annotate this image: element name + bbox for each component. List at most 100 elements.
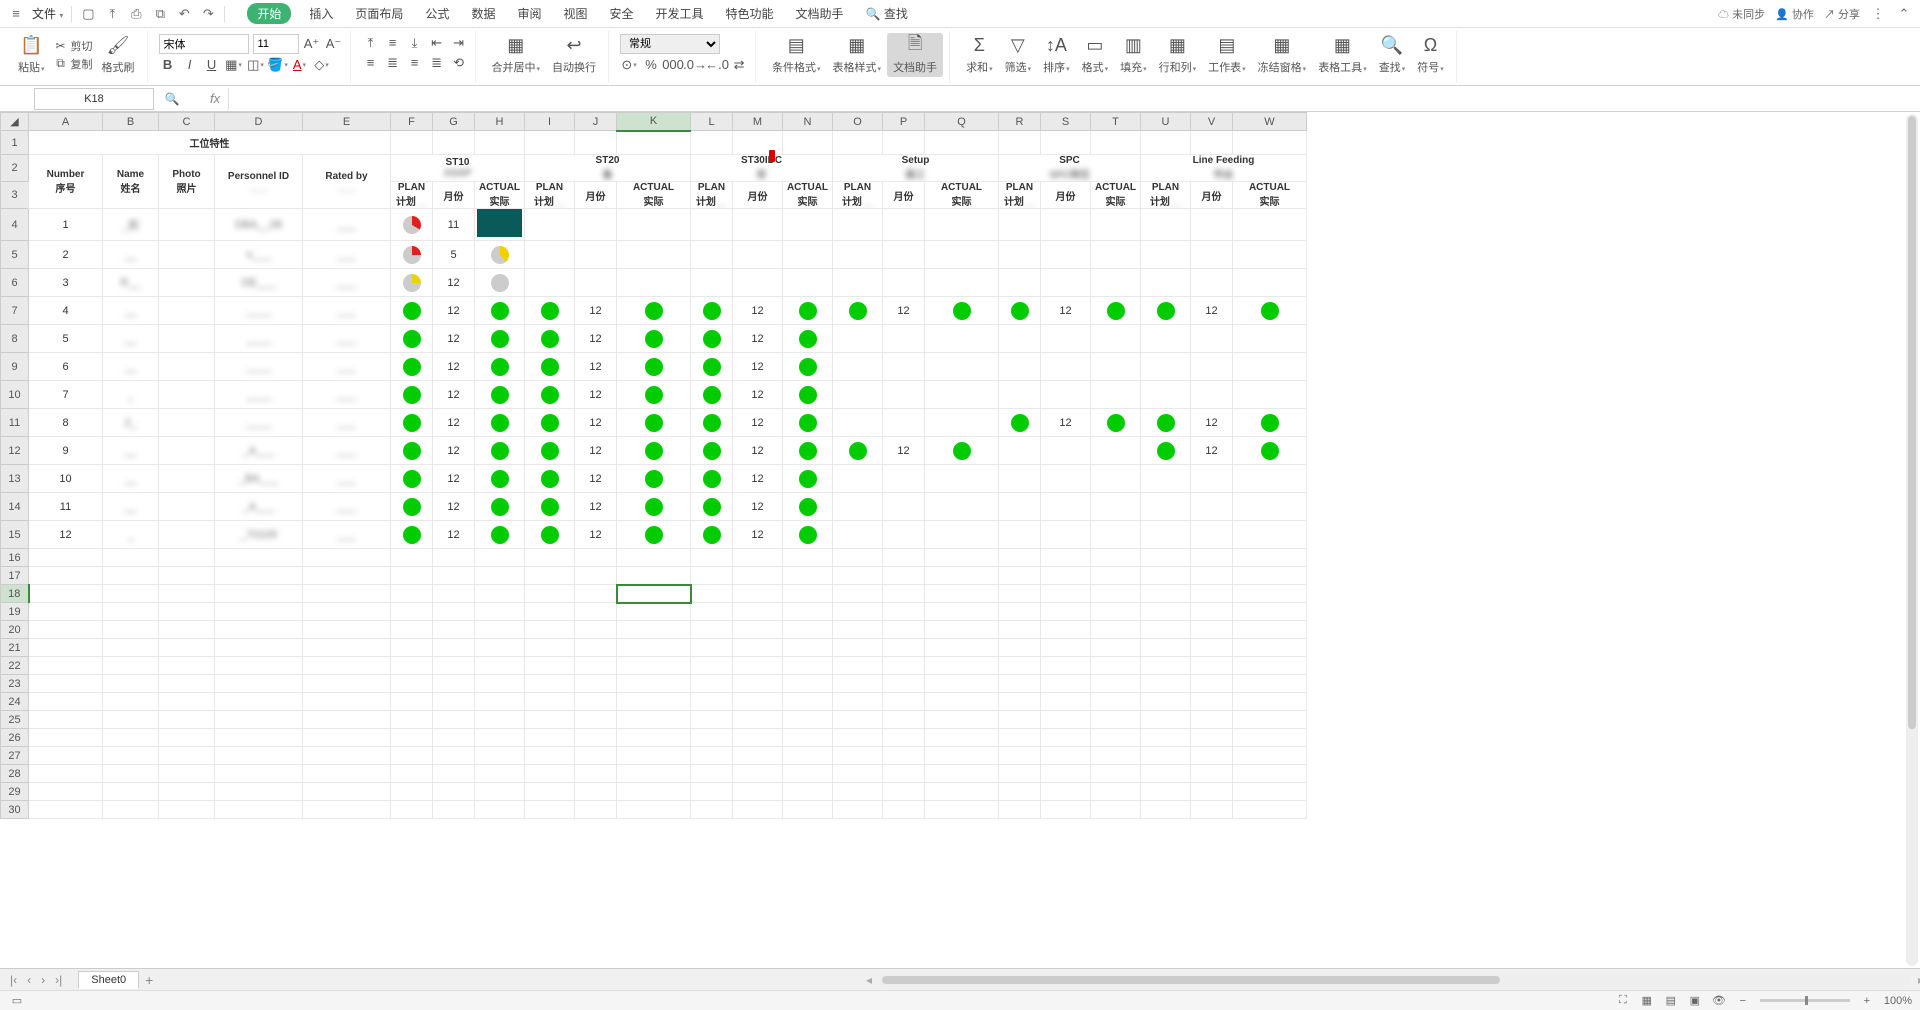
cell-W19[interactable] [1233, 603, 1307, 621]
cell-E20[interactable] [303, 621, 391, 639]
cell-F24[interactable] [391, 693, 433, 711]
col-header-H[interactable]: H [475, 113, 525, 131]
cell-A16[interactable] [29, 549, 103, 567]
cell-G25[interactable] [433, 711, 475, 729]
currency-icon[interactable]: ⊙▾ [619, 55, 639, 75]
cell-F19[interactable] [391, 603, 433, 621]
cell-N21[interactable] [783, 639, 833, 657]
sheet-tab-0[interactable]: Sheet0 [78, 971, 139, 989]
cell-O21[interactable] [833, 639, 883, 657]
cell-F26[interactable] [391, 729, 433, 747]
cell-D22[interactable] [215, 657, 303, 675]
cell-M20[interactable] [733, 621, 783, 639]
cell-E29[interactable] [303, 783, 391, 801]
cell-S17[interactable] [1041, 567, 1091, 585]
row-header-2[interactable]: 2 [1, 155, 29, 182]
cell-P16[interactable] [883, 549, 925, 567]
col-header-G[interactable]: G [433, 113, 475, 131]
cell-W23[interactable] [1233, 675, 1307, 693]
cell-B29[interactable] [103, 783, 159, 801]
cell-B27[interactable] [103, 747, 159, 765]
cell-L26[interactable] [691, 729, 733, 747]
cell-Q24[interactable] [925, 693, 999, 711]
cell-F29[interactable] [391, 783, 433, 801]
menu-insert[interactable]: 插入 [305, 3, 337, 24]
cell-A27[interactable] [29, 747, 103, 765]
collapse-ribbon-icon[interactable]: ⌃ [1896, 6, 1912, 22]
cell-F28[interactable] [391, 765, 433, 783]
cell-A29[interactable] [29, 783, 103, 801]
cell-W22[interactable] [1233, 657, 1307, 675]
row-header-25[interactable]: 25 [1, 711, 29, 729]
cell-R25[interactable] [999, 711, 1041, 729]
cell-K24[interactable] [617, 693, 691, 711]
format-painter-button[interactable]: 🖌格式刷 [96, 33, 141, 77]
cell-G18[interactable] [433, 585, 475, 603]
cell-R20[interactable] [999, 621, 1041, 639]
view-reading-icon[interactable]: ▣ [1688, 994, 1702, 1008]
cell-N16[interactable] [783, 549, 833, 567]
cell-H28[interactable] [475, 765, 525, 783]
orientation-icon[interactable]: ⟲ [449, 53, 469, 73]
cell-V30[interactable] [1191, 801, 1233, 819]
col-header-L[interactable]: L [691, 113, 733, 131]
cell-R21[interactable] [999, 639, 1041, 657]
cell-J24[interactable] [575, 693, 617, 711]
collab-button[interactable]: 👤 协作 [1775, 6, 1814, 22]
cell-U30[interactable] [1141, 801, 1191, 819]
row-header-5[interactable]: 5 [1, 241, 29, 269]
col-header-T[interactable]: T [1091, 113, 1141, 131]
cell-M16[interactable] [733, 549, 783, 567]
cell-C25[interactable] [159, 711, 215, 729]
cell-C27[interactable] [159, 747, 215, 765]
cell-M28[interactable] [733, 765, 783, 783]
cell-I19[interactable] [525, 603, 575, 621]
cell-S18[interactable] [1041, 585, 1091, 603]
italic-icon[interactable]: I [180, 55, 200, 75]
cell-D19[interactable] [215, 603, 303, 621]
col-header-S[interactable]: S [1041, 113, 1091, 131]
cell-C28[interactable] [159, 765, 215, 783]
cell-T22[interactable] [1091, 657, 1141, 675]
cell-C17[interactable] [159, 567, 215, 585]
cell-O30[interactable] [833, 801, 883, 819]
cell-M27[interactable] [733, 747, 783, 765]
cell-N18[interactable] [783, 585, 833, 603]
align-left-icon[interactable]: ≡ [361, 53, 381, 73]
cell-F16[interactable] [391, 549, 433, 567]
cell-B26[interactable] [103, 729, 159, 747]
cell-L29[interactable] [691, 783, 733, 801]
sync-status[interactable]: ☁ 未同步 [1718, 6, 1765, 22]
cell-D29[interactable] [215, 783, 303, 801]
view-pagebreak-icon[interactable]: ▤ [1664, 994, 1678, 1008]
cell-H22[interactable] [475, 657, 525, 675]
row-header-6[interactable]: 6 [1, 269, 29, 297]
cell-title[interactable]: 工位特性 [29, 131, 391, 155]
fill-color-icon[interactable]: 🪣▾ [268, 55, 288, 75]
cell-R18[interactable] [999, 585, 1041, 603]
menu-view[interactable]: 视图 [559, 3, 591, 24]
font-color-icon[interactable]: A▾ [290, 55, 310, 75]
cell-I29[interactable] [525, 783, 575, 801]
cell-J17[interactable] [575, 567, 617, 585]
cell-I16[interactable] [525, 549, 575, 567]
cell-A24[interactable] [29, 693, 103, 711]
zoom-value[interactable]: 100% [1884, 995, 1912, 1007]
menu-data[interactable]: 数据 [467, 3, 499, 24]
cell-P27[interactable] [883, 747, 925, 765]
row-header-4[interactable]: 4 [1, 209, 29, 241]
merge-button[interactable]: ▦合并居中▾ [486, 33, 547, 77]
cell-G20[interactable] [433, 621, 475, 639]
cell-E24[interactable] [303, 693, 391, 711]
cell-E17[interactable] [303, 567, 391, 585]
menu-special[interactable]: 特色功能 [722, 3, 778, 24]
cell-D21[interactable] [215, 639, 303, 657]
sort-button[interactable]: ↕A排序▾ [1037, 33, 1076, 77]
cell-J28[interactable] [575, 765, 617, 783]
cell-G29[interactable] [433, 783, 475, 801]
cell-O17[interactable] [833, 567, 883, 585]
cell-G24[interactable] [433, 693, 475, 711]
col-header-C[interactable]: C [159, 113, 215, 131]
cell-H20[interactable] [475, 621, 525, 639]
cell-Q23[interactable] [925, 675, 999, 693]
